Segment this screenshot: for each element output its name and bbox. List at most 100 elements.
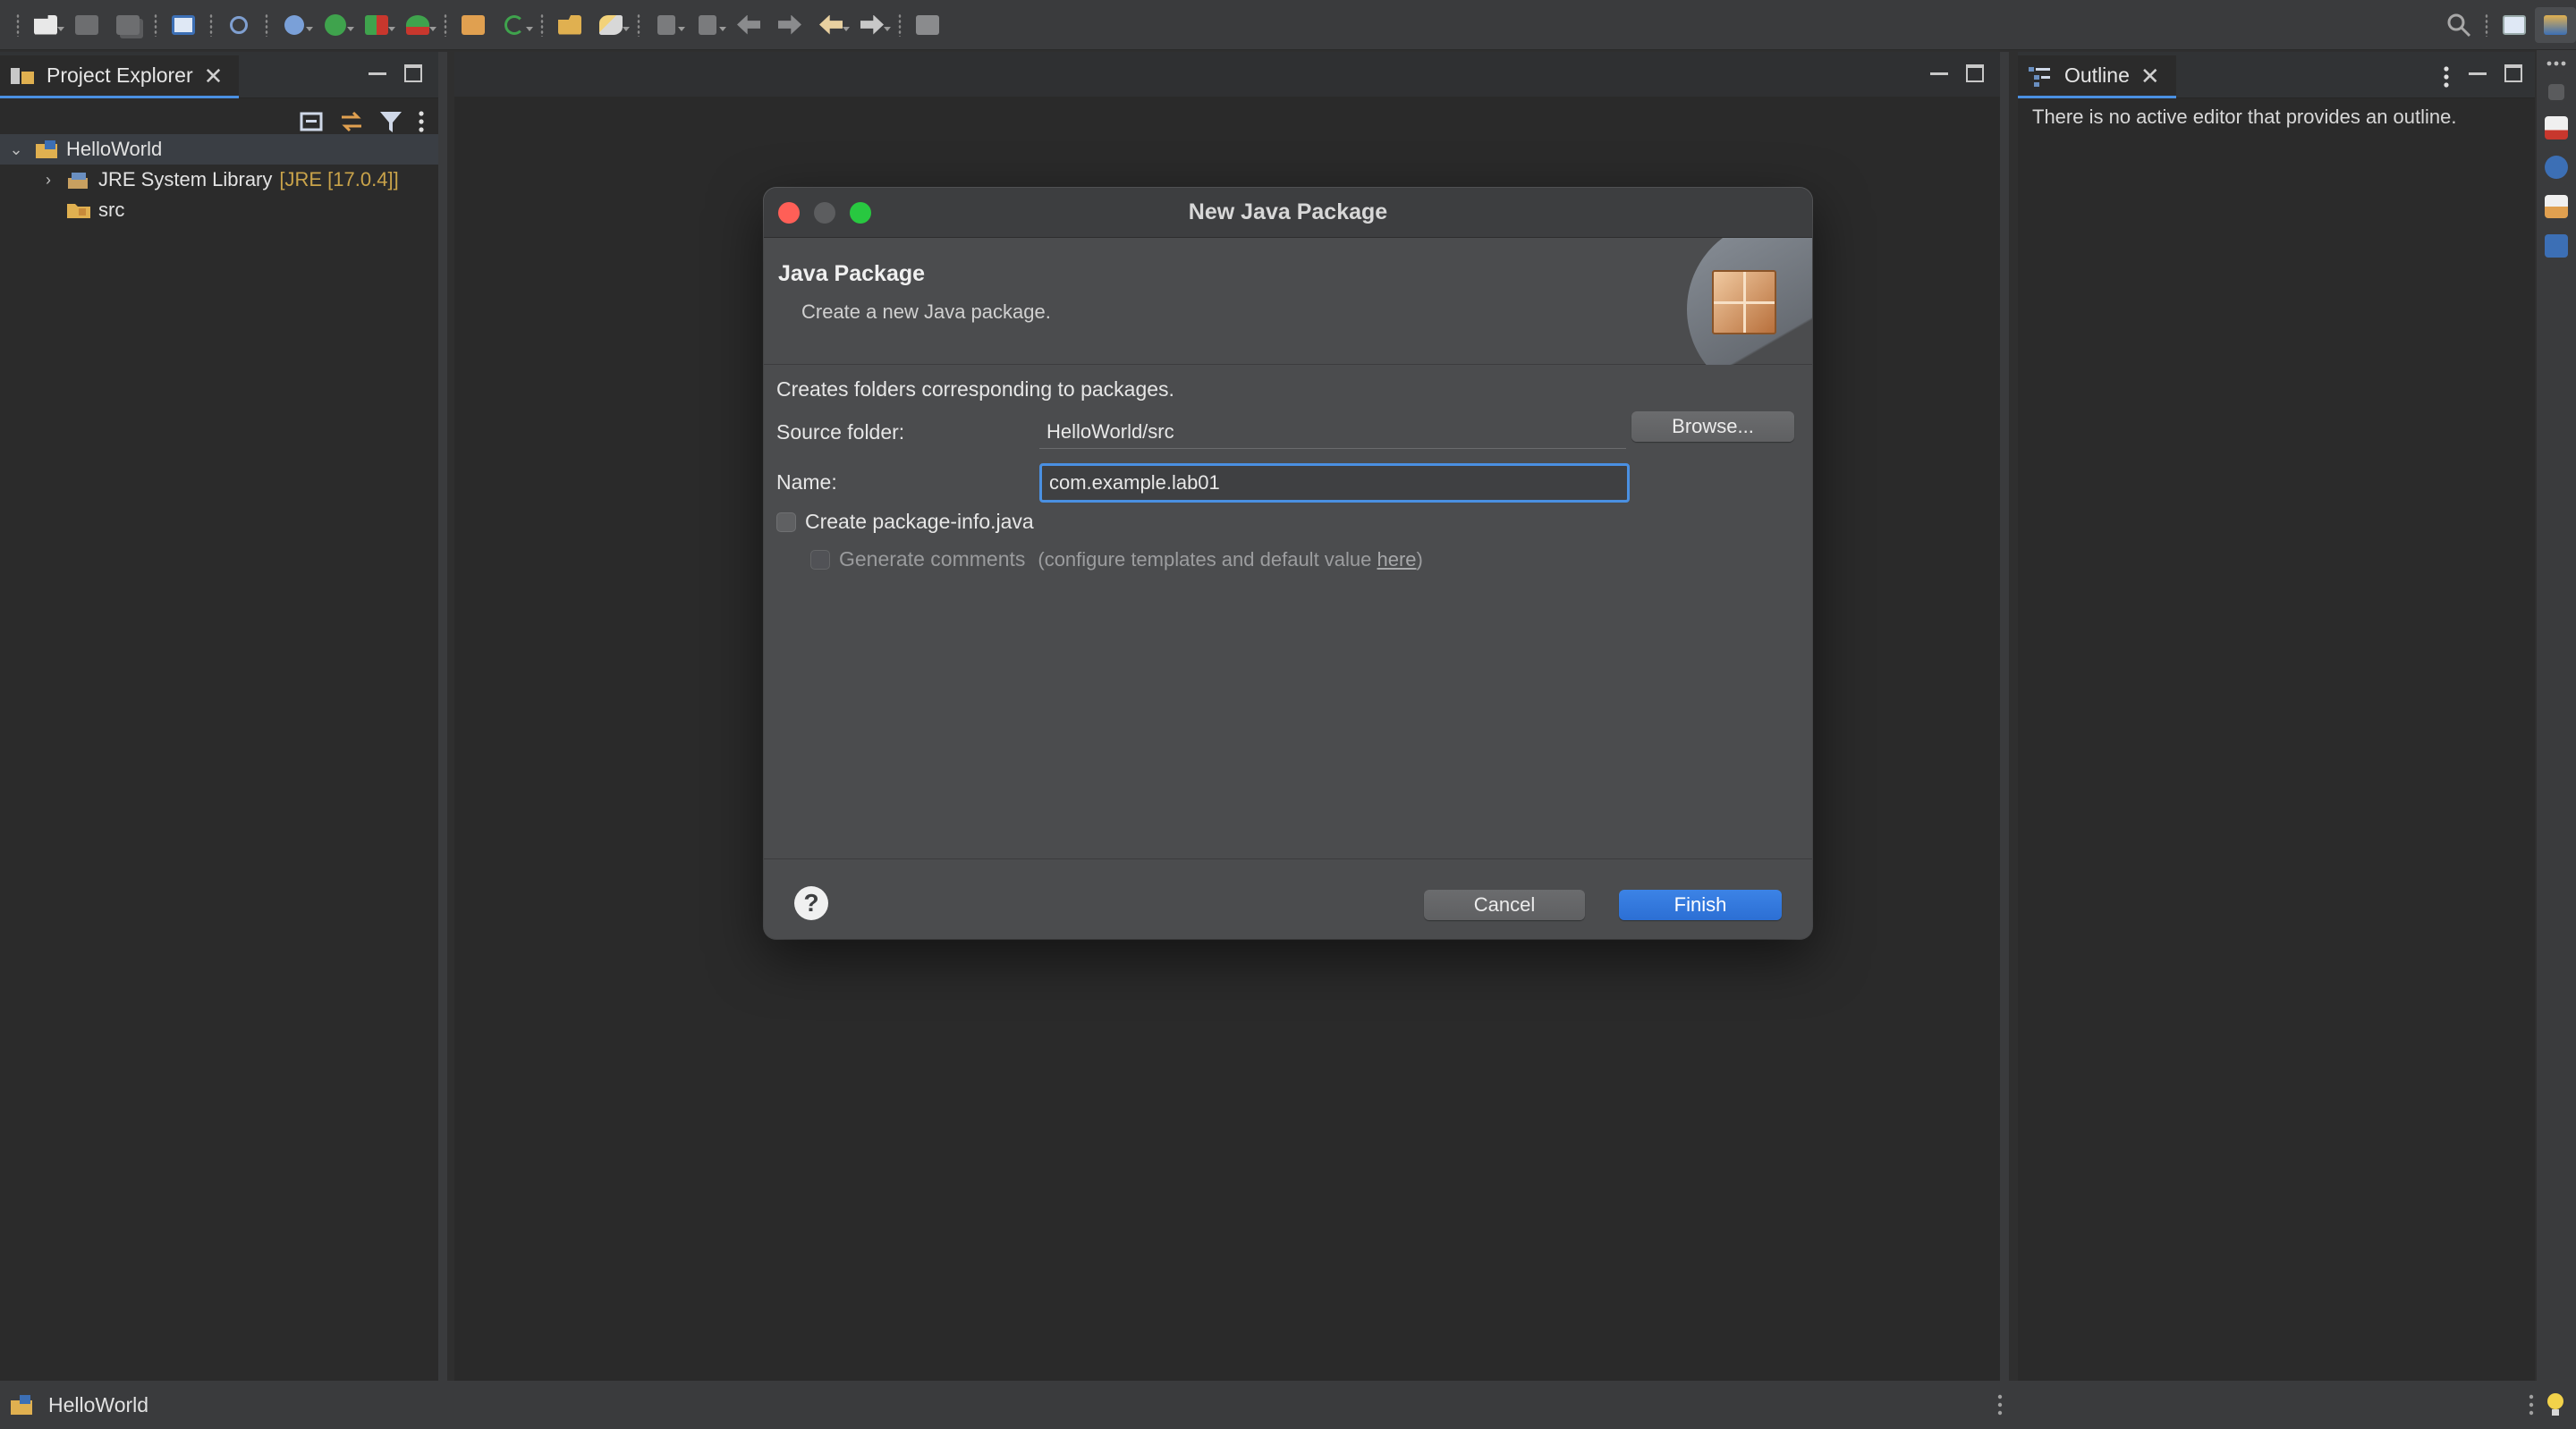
zoom-window-icon[interactable]	[850, 202, 871, 224]
pin-icon	[916, 14, 939, 35]
prev-annotation-button[interactable]	[687, 7, 728, 43]
minimize-icon[interactable]	[2469, 57, 2487, 75]
prev-annotation-icon	[699, 14, 716, 35]
package-name-field[interactable]	[1039, 463, 1630, 503]
minimize-icon[interactable]	[1930, 57, 1948, 75]
name-label: Name:	[776, 470, 837, 494]
source-folder-field[interactable]	[1039, 415, 1626, 449]
minimize-icon[interactable]	[369, 57, 386, 75]
refresh-icon	[504, 14, 524, 35]
dialog-titlebar[interactable]: New Java Package	[764, 188, 1812, 238]
javadoc-icon[interactable]	[2545, 156, 2568, 179]
tree-item-project[interactable]: ⌄ HelloWorld	[0, 134, 438, 165]
wizard-page-title: Java Package	[778, 261, 926, 286]
lightbulb-icon[interactable]	[2544, 1391, 2567, 1418]
toolbar-grip[interactable]	[209, 13, 213, 37]
terminal-button[interactable]	[163, 7, 204, 43]
toolbar-grip[interactable]	[637, 13, 640, 37]
toolbar-grip[interactable]	[898, 13, 902, 37]
tree-item-jre[interactable]: › JRE System Library [JRE [17.0.4]]	[0, 165, 438, 195]
skip-breakpoints-icon	[230, 15, 248, 34]
cancel-button[interactable]: Cancel	[1424, 890, 1585, 920]
forward-button[interactable]	[852, 7, 893, 43]
new-wizard-icon	[34, 14, 57, 35]
help-icon[interactable]: ?	[794, 886, 828, 920]
generate-comments-checkbox	[810, 549, 830, 570]
new-java-class-icon	[462, 14, 485, 35]
filter-icon[interactable]	[377, 108, 404, 135]
open-type-button[interactable]	[549, 7, 590, 43]
skip-breakpoints-button[interactable]	[218, 7, 259, 43]
tab-project-explorer[interactable]: Project Explorer ✕	[0, 55, 240, 98]
chevron-down-icon[interactable]: ⌄	[0, 140, 32, 159]
project-explorer-view: Project Explorer ✕ ⌄ HelloWorld › JRE Sy…	[0, 52, 447, 1381]
close-window-icon[interactable]	[778, 202, 800, 224]
tree-item-src[interactable]: src	[0, 195, 438, 225]
open-type-icon	[558, 14, 581, 35]
toolbar-grip[interactable]	[265, 13, 268, 37]
explorer-tabbar: Project Explorer ✕	[0, 52, 438, 98]
run-button[interactable]	[315, 7, 356, 43]
debug-button[interactable]	[274, 7, 315, 43]
open-perspective-icon	[2503, 15, 2526, 35]
wizard-footer: ? Cancel Finish	[764, 858, 1812, 939]
toolbar-grip[interactable]	[444, 13, 447, 37]
problems-icon[interactable]	[2545, 116, 2568, 140]
chevron-right-icon[interactable]: ›	[32, 171, 64, 190]
refresh-button[interactable]	[494, 7, 535, 43]
finish-button[interactable]: Finish	[1619, 890, 1782, 920]
eclipse-window: Project Explorer ✕ ⌄ HelloWorld › JRE Sy…	[0, 0, 2576, 1429]
last-edit-button[interactable]	[728, 7, 769, 43]
coverage-button[interactable]	[356, 7, 397, 43]
collapse-all-icon[interactable]	[299, 108, 326, 135]
browse-button[interactable]: Browse...	[1631, 411, 1794, 442]
create-package-info-checkbox[interactable]	[776, 512, 796, 532]
new-wizard-button[interactable]	[25, 7, 66, 43]
global-search-button[interactable]	[2438, 7, 2479, 43]
editor-tabbar	[454, 52, 2000, 97]
minimize-window-icon	[814, 202, 835, 224]
close-icon[interactable]: ✕	[2140, 64, 2160, 88]
next-annotation-button[interactable]	[646, 7, 687, 43]
maximize-icon[interactable]	[1966, 64, 1984, 82]
close-icon[interactable]: ✕	[204, 64, 224, 88]
toolbar-grip[interactable]	[540, 13, 544, 37]
toolbar-grip[interactable]	[154, 13, 157, 37]
create-package-info-row[interactable]: Create package-info.java	[776, 510, 1034, 534]
view-menu-icon[interactable]	[2545, 59, 2568, 68]
wizard-body: Creates folders corresponding to package…	[764, 365, 1812, 858]
new-java-class-button[interactable]	[453, 7, 494, 43]
tab-outline[interactable]: Outline ✕	[2018, 55, 2176, 98]
view-menu-icon[interactable]	[417, 108, 426, 135]
link-with-editor-icon[interactable]	[338, 108, 365, 135]
terminal-icon	[172, 14, 195, 35]
body-description: Creates folders corresponding to package…	[776, 377, 1174, 401]
restore-icon[interactable]	[2548, 84, 2564, 100]
save-all-icon	[116, 14, 140, 35]
view-menu-icon[interactable]	[2442, 64, 2451, 89]
save-icon	[75, 14, 98, 35]
search-button[interactable]	[590, 7, 631, 43]
declaration-icon[interactable]	[2545, 195, 2568, 218]
java-perspective-button[interactable]	[2535, 7, 2576, 43]
maximize-icon[interactable]	[2504, 64, 2522, 82]
external-tools-button[interactable]	[397, 7, 438, 43]
back-button[interactable]	[810, 7, 852, 43]
search-icon	[599, 14, 623, 35]
forward-icon	[860, 14, 884, 35]
toolbar-grip[interactable]	[16, 13, 20, 37]
new-java-package-dialog: New Java Package Java Package Create a n…	[764, 188, 1812, 939]
maximize-icon[interactable]	[404, 64, 422, 82]
status-grip-icon[interactable]	[1996, 1391, 2004, 1418]
open-perspective-button[interactable]	[2494, 7, 2535, 43]
here-link[interactable]: here	[1377, 548, 1417, 571]
pin-editor-button[interactable]	[907, 7, 948, 43]
back-icon	[819, 14, 843, 35]
status-grip-icon[interactable]	[2528, 1391, 2535, 1418]
last-edit-forward-button[interactable]	[769, 7, 810, 43]
editor-window-controls	[1930, 64, 1984, 82]
console-icon[interactable]	[2545, 234, 2568, 258]
save-button[interactable]	[66, 7, 107, 43]
toolbar-grip[interactable]	[2485, 13, 2488, 37]
save-all-button[interactable]	[107, 7, 148, 43]
